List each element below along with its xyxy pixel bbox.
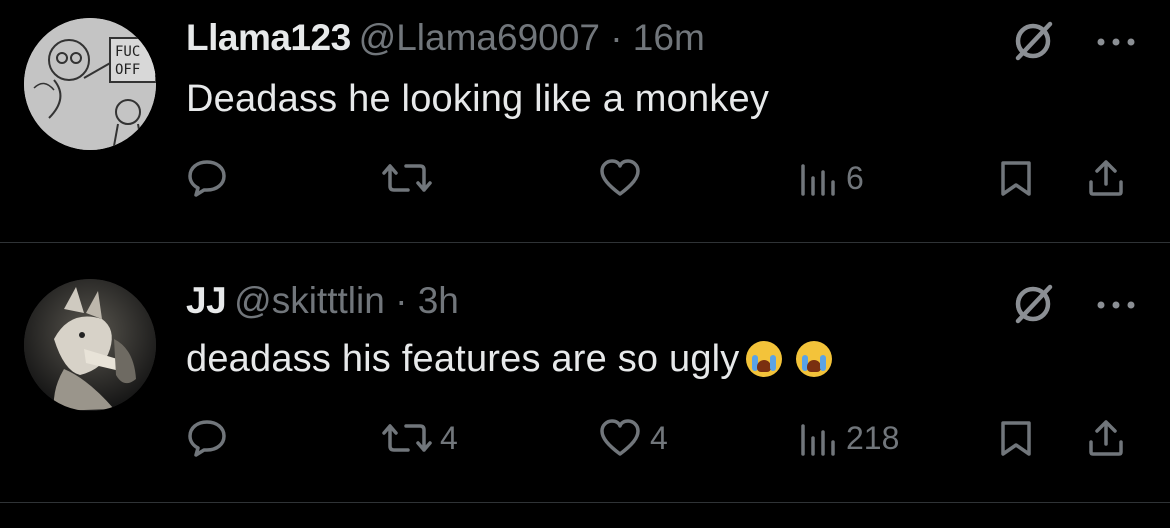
retweet-icon — [382, 424, 432, 452]
like-button[interactable]: 4 — [598, 418, 668, 458]
share-button[interactable] — [1086, 418, 1126, 458]
views-icon — [801, 424, 835, 456]
tweet-actions: 6 — [186, 158, 1136, 198]
reply-icon — [188, 420, 226, 457]
no-entry-circle-icon[interactable] — [1010, 18, 1056, 69]
avatar[interactable]: FUC OFF — [24, 18, 156, 150]
retweet-icon — [382, 164, 432, 192]
separator: · — [610, 17, 623, 58]
views-button[interactable]: 6 — [798, 158, 864, 198]
ellipsis-icon[interactable] — [1096, 298, 1136, 316]
bookmark-icon — [1001, 421, 1031, 456]
share-icon — [1089, 160, 1123, 196]
tweet[interactable]: FUC OFF Llama123 @Llama69007 · 16m Deadas… — [0, 0, 1170, 242]
retweet-button[interactable] — [382, 158, 440, 198]
separator: · — [395, 280, 408, 321]
retweet-count: 4 — [440, 419, 458, 456]
reply-icon — [188, 160, 226, 197]
share-button[interactable] — [1086, 158, 1126, 198]
display-name[interactable]: Llama123 — [186, 17, 351, 58]
display-name[interactable]: JJ — [186, 280, 227, 321]
username[interactable]: @skitttlin — [234, 280, 385, 321]
like-count: 4 — [650, 419, 668, 456]
timestamp[interactable]: 16m — [633, 17, 705, 58]
heart-icon — [600, 159, 640, 196]
bookmark-button[interactable] — [998, 418, 1034, 458]
reply-button[interactable] — [186, 418, 236, 458]
tweet-text: deadass his features are so ugly — [186, 336, 832, 382]
tweet-actions: 4 4 218 — [186, 418, 1136, 458]
tweet-top-actions — [1010, 281, 1136, 332]
views-button[interactable]: 218 — [798, 418, 899, 458]
crying-face-emoji-icon — [745, 341, 782, 377]
bookmark-button[interactable] — [998, 158, 1034, 198]
heart-icon — [600, 419, 640, 456]
tweet-top-actions — [1010, 18, 1136, 69]
tweet-text: Deadass he looking like a monkey — [186, 78, 770, 120]
views-icon — [801, 164, 835, 196]
no-entry-circle-icon[interactable] — [1010, 281, 1056, 332]
tweet[interactable]: JJ @skitttlin · 3h deadass his features a… — [0, 243, 1170, 502]
divider — [0, 502, 1170, 503]
crying-face-emoji-icon — [795, 341, 832, 377]
retweet-button[interactable]: 4 — [382, 418, 458, 458]
reply-button[interactable] — [186, 158, 236, 198]
wolf-avatar[interactable] — [24, 279, 156, 411]
tweet-header: JJ @skitttlin · 3h — [186, 281, 459, 321]
timestamp[interactable]: 3h — [418, 280, 459, 321]
svg-text:OFF: OFF — [115, 62, 140, 78]
share-icon — [1089, 420, 1123, 456]
username[interactable]: @Llama69007 — [359, 17, 600, 58]
like-button[interactable] — [598, 158, 650, 198]
tweet-header: Llama123 @Llama69007 · 16m — [186, 18, 705, 58]
svg-text:FUC: FUC — [115, 44, 140, 60]
ellipsis-icon[interactable] — [1096, 35, 1136, 53]
bookmark-icon — [1001, 161, 1031, 196]
views-count: 218 — [846, 419, 900, 456]
